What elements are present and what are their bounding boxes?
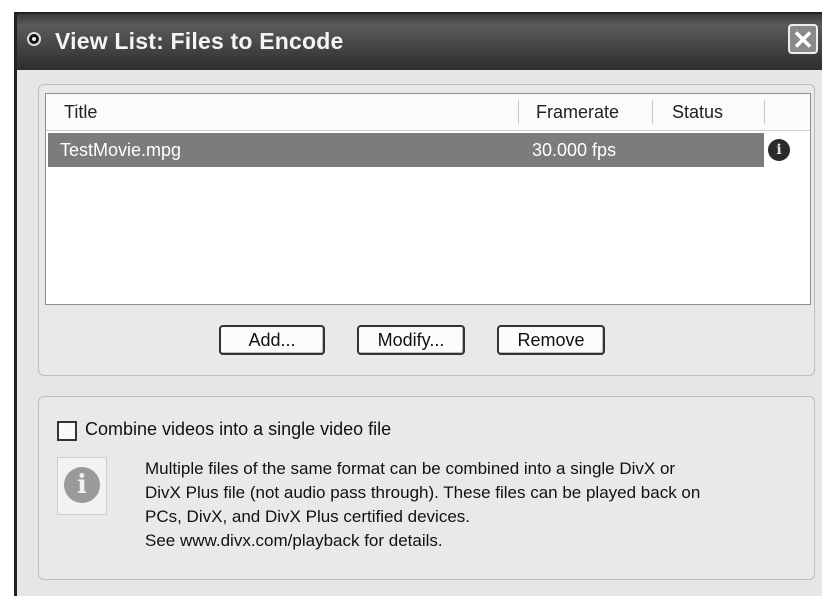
column-header-framerate[interactable]: Framerate xyxy=(536,94,636,130)
column-divider[interactable] xyxy=(652,100,653,124)
combine-group: Combine videos into a single video file … xyxy=(38,396,815,580)
remove-button[interactable]: Remove xyxy=(497,325,605,355)
list-header: Title Framerate Status xyxy=(46,94,810,131)
info-line: Multiple files of the same format can be… xyxy=(145,459,676,478)
close-button[interactable]: ✕ xyxy=(788,24,818,54)
combine-checkbox[interactable] xyxy=(57,421,77,441)
info-line: PCs, DivX, and DivX Plus certified devic… xyxy=(145,507,471,526)
combine-checkbox-label[interactable]: Combine videos into a single video file xyxy=(85,419,391,440)
column-header-title[interactable]: Title xyxy=(64,94,524,130)
row-framerate: 30.000 fps xyxy=(532,140,617,160)
info-line: DivX Plus file (not audio pass through).… xyxy=(145,483,701,502)
dialog-window: View List: Files to Encode ✕ Title Frame… xyxy=(14,12,822,596)
modify-button[interactable]: Modify... xyxy=(357,325,465,355)
title-bar[interactable]: View List: Files to Encode ✕ xyxy=(17,14,822,70)
row-title: TestMovie.mpg xyxy=(60,140,182,160)
column-header-status[interactable]: Status xyxy=(672,94,772,130)
add-button[interactable]: Add... xyxy=(219,325,325,355)
column-divider[interactable] xyxy=(764,100,765,124)
app-icon xyxy=(27,32,41,46)
info-icon[interactable]: i xyxy=(768,139,790,161)
window-title: View List: Files to Encode xyxy=(55,28,344,54)
info-panel-icon: i xyxy=(57,457,107,515)
file-list-group: Title Framerate Status TestMovie.mpg 30.… xyxy=(38,84,815,376)
column-divider[interactable] xyxy=(518,100,519,124)
file-list[interactable]: Title Framerate Status TestMovie.mpg 30.… xyxy=(45,93,811,305)
info-text: Multiple files of the same format can be… xyxy=(145,457,795,553)
info-icon: i xyxy=(64,467,100,503)
list-row[interactable]: TestMovie.mpg 30.000 fps xyxy=(48,133,764,167)
info-line: See www.divx.com/playback for details. xyxy=(145,531,443,550)
